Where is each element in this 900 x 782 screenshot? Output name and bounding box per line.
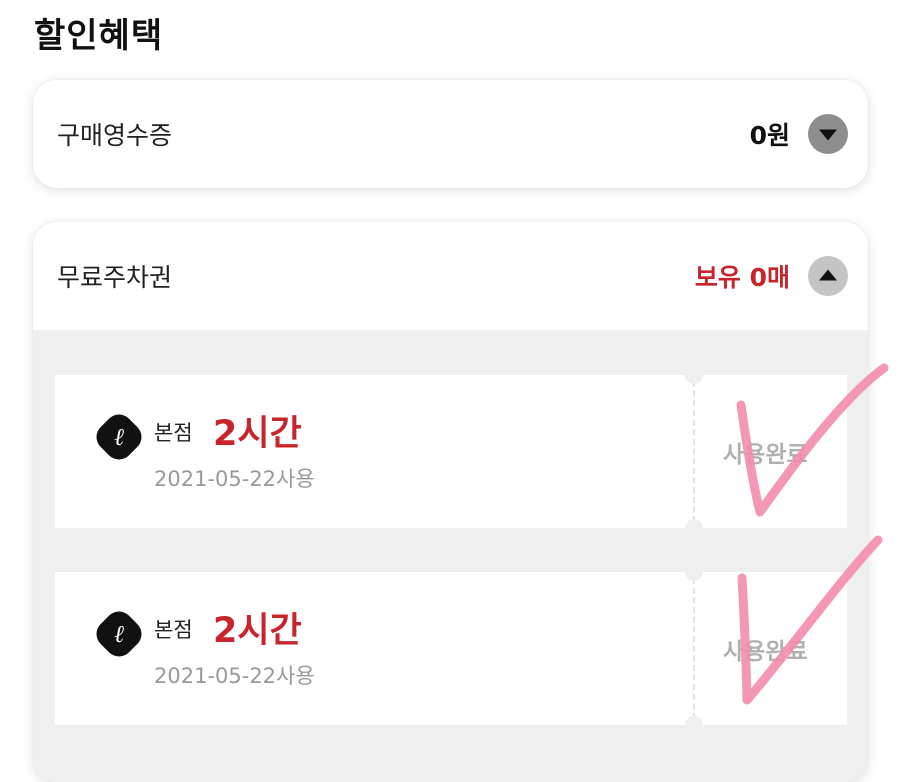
coupon-used-date: 2021-05-22사용 bbox=[154, 664, 315, 688]
coupon-hours: 2시간 bbox=[213, 414, 302, 454]
logo-glyph: ℓ bbox=[114, 423, 124, 451]
parking-count: 보유 0매 bbox=[694, 263, 790, 292]
coupon-notch bbox=[685, 716, 703, 734]
coupon-list: ℓ 본점 2시간 2021-05-22사용 사용완료 ℓ 본점 2시간 2021… bbox=[33, 330, 868, 782]
chevron-up-icon[interactable] bbox=[808, 256, 848, 296]
receipt-card[interactable]: 구매영수증 0원 bbox=[33, 80, 868, 188]
lotte-logo-icon: ℓ bbox=[90, 408, 148, 466]
parking-header[interactable]: 무료주차권 보유 0매 bbox=[33, 222, 868, 330]
coupon-status: 사용완료 bbox=[723, 639, 808, 665]
lotte-logo-icon: ℓ bbox=[90, 605, 148, 663]
coupon-branch: 본점 bbox=[154, 618, 193, 642]
page-title: 할인혜택 bbox=[34, 16, 164, 56]
coupon-notch bbox=[685, 366, 703, 384]
receipt-label: 구매영수증 bbox=[57, 121, 173, 150]
parking-coupon: ℓ 본점 2시간 2021-05-22사용 사용완료 bbox=[55, 366, 847, 537]
coupon-hours: 2시간 bbox=[213, 611, 302, 651]
coupon-branch: 본점 bbox=[154, 421, 193, 445]
logo-glyph: ℓ bbox=[114, 620, 124, 648]
chevron-down-icon[interactable] bbox=[808, 114, 848, 154]
receipt-header[interactable]: 구매영수증 0원 bbox=[33, 80, 868, 188]
parking-coupon: ℓ 본점 2시간 2021-05-22사용 사용완료 bbox=[55, 563, 847, 734]
coupon-status: 사용완료 bbox=[723, 442, 808, 468]
coupon-notch bbox=[685, 519, 703, 537]
coupon-divider bbox=[693, 578, 695, 719]
receipt-amount: 0원 bbox=[749, 121, 790, 150]
coupon-divider bbox=[693, 381, 695, 522]
parking-label: 무료주차권 bbox=[57, 263, 173, 292]
coupon-used-date: 2021-05-22사용 bbox=[154, 467, 315, 491]
coupon-notch bbox=[685, 563, 703, 581]
parking-card[interactable]: 무료주차권 보유 0매 ℓ 본점 2시간 2021-05-22사용 사용완료 ℓ… bbox=[33, 222, 868, 782]
